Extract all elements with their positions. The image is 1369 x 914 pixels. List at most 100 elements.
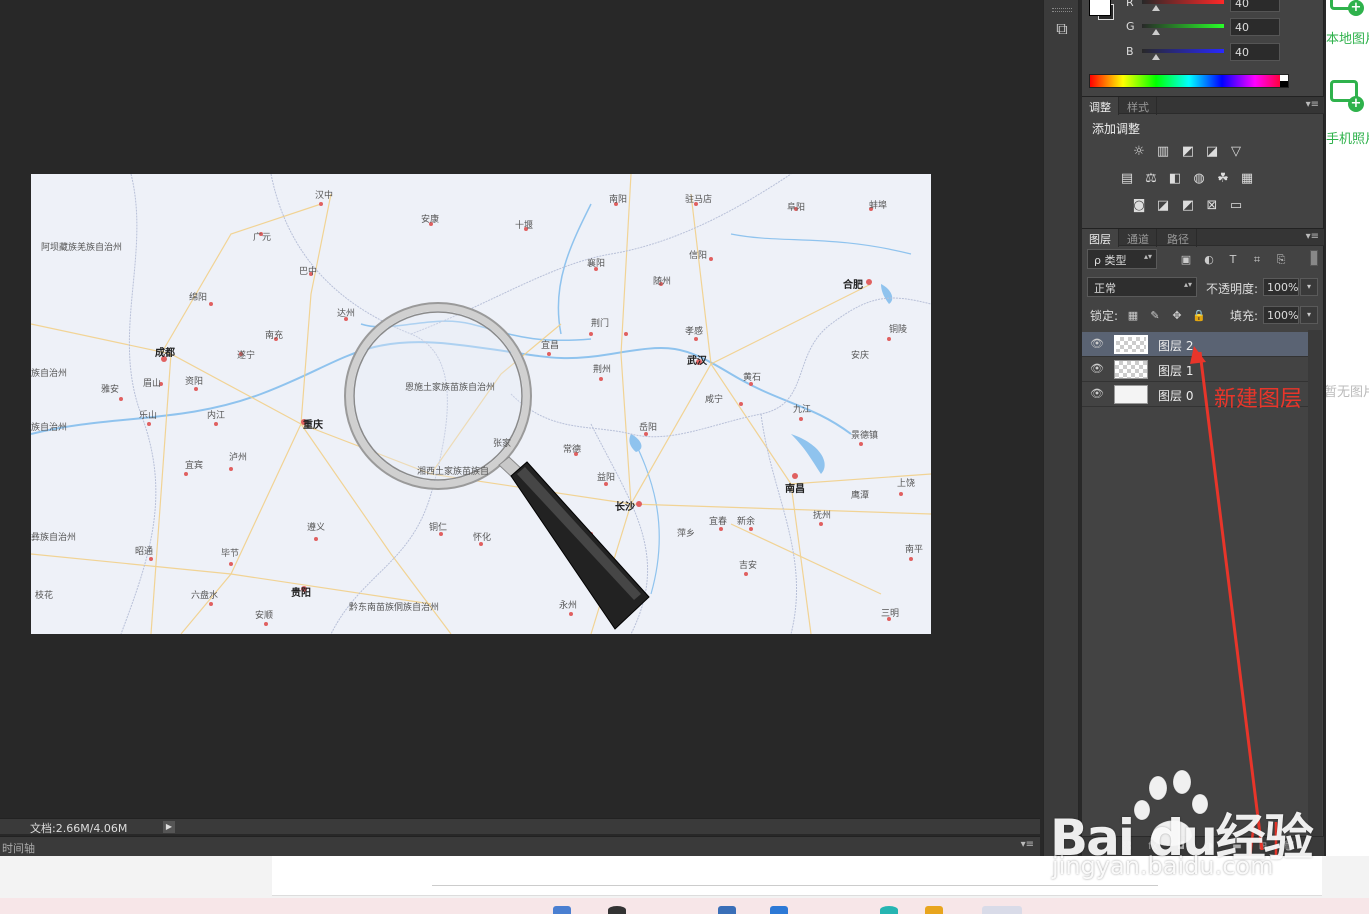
visibility-eye-icon[interactable]: 👁 [1090, 338, 1104, 350]
app-icon[interactable] [770, 906, 788, 914]
lock-transparent-pixels-icon[interactable]: ▦ [1126, 309, 1140, 323]
visibility-eye-icon[interactable]: 👁 [1090, 388, 1104, 400]
opacity-input[interactable]: 100% [1263, 278, 1299, 296]
photoshop-taskbar-icon[interactable] [982, 906, 1022, 914]
windows-start-icon[interactable] [553, 906, 571, 914]
map-label: 达州 [337, 309, 356, 319]
blue-slider[interactable] [1142, 49, 1224, 53]
layer-thumbnail[interactable] [1114, 360, 1148, 379]
map-label: 蚌埠 [869, 201, 888, 211]
color-lookup-icon[interactable]: ▦ [1238, 171, 1256, 187]
layer-name[interactable]: 图层 2 [1158, 337, 1193, 354]
tab-paths[interactable]: 路径 [1160, 229, 1197, 247]
fill-dropdown-icon[interactable]: ▾ [1300, 306, 1318, 324]
exposure-icon[interactable]: ◪ [1203, 144, 1221, 160]
shape-filter-icon[interactable]: ⌗ [1249, 252, 1265, 268]
lock-image-pixels-icon[interactable]: ✎ [1148, 309, 1162, 323]
photo-filter-icon[interactable]: ◍ [1190, 171, 1208, 187]
layers-scrollbar[interactable] [1308, 330, 1322, 836]
color-spectrum-bar[interactable] [1089, 74, 1289, 88]
green-slider-row: G 40 [1124, 18, 1324, 38]
timeline-menu-icon[interactable]: ▾≡ [1021, 839, 1034, 850]
tab-layers[interactable]: 图层 [1082, 229, 1119, 247]
pixel-filter-icon[interactable]: ▣ [1178, 252, 1194, 268]
hue-saturation-icon[interactable]: ▤ [1118, 171, 1136, 187]
black-white-swatch[interactable] [1280, 75, 1288, 87]
red-value-input[interactable]: 40 [1230, 0, 1280, 12]
map-label: 内江 [207, 411, 226, 421]
layer-name[interactable]: 图层 1 [1158, 362, 1193, 379]
filter-toggle-switch[interactable] [1310, 250, 1318, 266]
map-label: 常德 [563, 445, 582, 455]
green-slider-thumb[interactable] [1152, 29, 1160, 35]
fill-input[interactable]: 100% [1263, 306, 1299, 324]
map-image-layer[interactable]: 阿坝藏族羌族自治州 汉中 安康 广元 南阳 驻马店 阜阳 蚌埠 巴中 十堰 襄阳… [31, 174, 931, 634]
blue-slider-thumb[interactable] [1152, 54, 1160, 60]
black-white-icon[interactable]: ◧ [1166, 171, 1184, 187]
layer-filter-select[interactable]: ρ 类型 ▴▾ [1087, 249, 1157, 269]
visibility-eye-icon[interactable]: 👁 [1090, 363, 1104, 375]
gradient-map-icon[interactable]: ▭ [1227, 198, 1245, 214]
layer-row[interactable]: 👁 图层 1 [1082, 357, 1308, 382]
type-filter-icon[interactable]: T [1225, 252, 1241, 268]
red-slider-thumb[interactable] [1152, 5, 1160, 11]
timeline-tab[interactable]: 时间轴 [2, 840, 35, 856]
map-label: 长沙 [615, 502, 635, 513]
smart-object-filter-icon[interactable]: ⎘ [1273, 252, 1289, 268]
add-plus-icon[interactable]: + [1348, 96, 1364, 112]
phone-photo-button[interactable]: 手机照片 [1326, 128, 1369, 147]
levels-icon[interactable]: ▥ [1154, 144, 1172, 160]
threshold-icon[interactable]: ◩ [1179, 198, 1197, 214]
map-label: 萍乡 [677, 529, 696, 539]
posterize-icon[interactable]: ◪ [1154, 198, 1172, 214]
browser-icon[interactable] [880, 906, 898, 914]
channel-mixer-icon[interactable]: ☘ [1214, 171, 1232, 187]
search-icon[interactable] [608, 906, 626, 914]
tab-adjustments[interactable]: 调整 [1082, 97, 1119, 115]
lock-all-icon[interactable]: 🔒 [1192, 309, 1206, 323]
green-label: G [1126, 20, 1135, 33]
collapsed-panel-strip: ⧉ [1043, 0, 1079, 856]
vibrance-icon[interactable]: ▽ [1227, 144, 1245, 160]
map-label: 鹰潭 [851, 491, 870, 501]
folder-icon[interactable] [925, 906, 943, 914]
panel-menu-icon[interactable]: ▾≡ [1306, 99, 1319, 110]
map-label: 六盘水 [191, 591, 219, 601]
panel-menu-icon[interactable]: ▾≡ [1306, 231, 1319, 242]
3d-cube-icon[interactable]: ⧉ [1050, 16, 1074, 42]
lock-position-icon[interactable]: ✥ [1170, 309, 1184, 323]
map-label: 广元 [253, 233, 272, 243]
layer-name[interactable]: 图层 0 [1158, 387, 1193, 404]
green-slider[interactable] [1142, 24, 1224, 28]
layer-row[interactable]: 👁 图层 2 [1082, 332, 1308, 357]
blue-value-input[interactable]: 40 [1230, 43, 1280, 61]
opacity-dropdown-icon[interactable]: ▾ [1300, 278, 1318, 296]
layer-thumbnail[interactable] [1114, 385, 1148, 404]
map-label: 驻马店 [685, 195, 713, 205]
tab-styles[interactable]: 样式 [1120, 97, 1157, 115]
tab-channels[interactable]: 通道 [1120, 229, 1157, 247]
adjustment-filter-icon[interactable]: ◐ [1201, 252, 1217, 268]
blend-mode-select[interactable]: 正常 ▴▾ [1087, 277, 1197, 297]
strip-drag-handle[interactable] [1052, 8, 1072, 12]
layers-panel-tabs: 图层 通道 路径 ▾≡ [1082, 228, 1324, 247]
status-menu-arrow-icon[interactable]: ▶ [163, 821, 175, 833]
map-label: 益阳 [597, 473, 616, 483]
brightness-icon[interactable]: ☼ [1130, 144, 1148, 160]
app-icon[interactable] [718, 906, 736, 914]
map-label: 彝族自治州 [31, 533, 77, 543]
add-plus-icon[interactable]: + [1348, 0, 1364, 16]
map-label: 景德镇 [851, 431, 879, 441]
foreground-color-swatch[interactable] [1089, 0, 1111, 16]
curves-icon[interactable]: ◩ [1179, 144, 1197, 160]
invert-icon[interactable]: ◙ [1130, 198, 1148, 214]
local-image-button[interactable]: 本地图片 [1326, 28, 1369, 47]
color-balance-icon[interactable]: ⚖ [1142, 171, 1160, 187]
document-canvas-area[interactable]: 阿坝藏族羌族自治州 汉中 安康 广元 南阳 驻马店 阜阳 蚌埠 巴中 十堰 襄阳… [0, 0, 1025, 818]
layer-thumbnail[interactable] [1114, 335, 1148, 354]
red-slider[interactable] [1142, 0, 1224, 4]
selective-color-icon[interactable]: ⊠ [1203, 198, 1221, 214]
map-label: 安顺 [255, 611, 274, 621]
timeline-panel-bar[interactable]: 时间轴 ▾≡ [0, 836, 1040, 856]
green-value-input[interactable]: 40 [1230, 18, 1280, 36]
